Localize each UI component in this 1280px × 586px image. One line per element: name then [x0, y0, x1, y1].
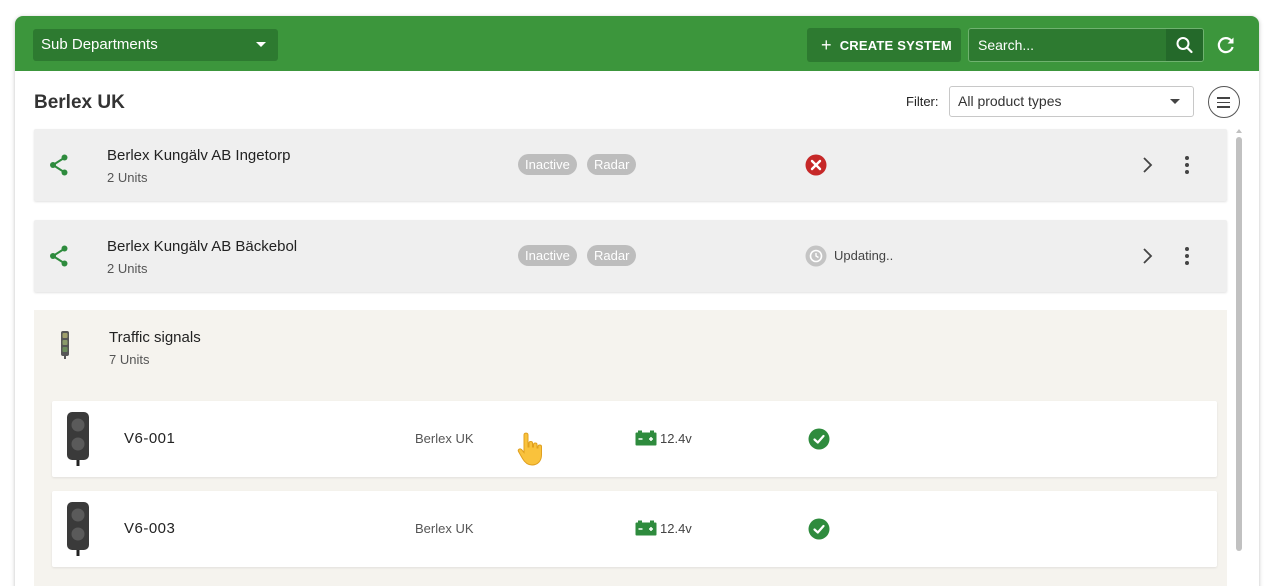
- caret-down-icon: [1170, 99, 1180, 104]
- unit-organisation: Berlex UK: [415, 521, 474, 536]
- type-badge: Radar: [587, 154, 637, 175]
- filter-selected-value: All product types: [958, 93, 1062, 109]
- unit-row[interactable]: V6-001 Berlex UK 12.4v: [52, 401, 1217, 477]
- search-icon: [1176, 37, 1193, 54]
- system-row[interactable]: Berlex Kungälv AB Bäckebol 2 Units Inact…: [34, 220, 1227, 292]
- pointer-hand-cursor-icon: [517, 432, 542, 466]
- group-traffic-signals: Traffic signals 7 Units V6-001 Berlex UK: [34, 310, 1227, 586]
- scrollbar-thumb[interactable]: [1236, 137, 1242, 551]
- battery-icon: [635, 520, 657, 536]
- system-row[interactable]: Berlex Kungälv AB Ingetorp 2 Units Inact…: [34, 129, 1227, 201]
- search-button[interactable]: [1166, 29, 1203, 61]
- create-system-label: CREATE SYSTEM: [839, 38, 952, 53]
- unit-name: V6-001: [124, 430, 176, 447]
- refresh-icon: [1217, 37, 1234, 54]
- group-unit-count: 7 Units: [109, 352, 150, 367]
- caret-down-icon: [256, 42, 266, 47]
- search-input[interactable]: [969, 29, 1166, 61]
- sub-departments-dropdown[interactable]: Sub Departments: [33, 29, 278, 61]
- system-unit-count: 2 Units: [107, 170, 148, 185]
- sub-departments-label: Sub Departments: [41, 36, 158, 53]
- product-type-filter-select[interactable]: All product types: [949, 86, 1194, 117]
- type-badge: Radar: [587, 245, 637, 266]
- system-unit-count: 2 Units: [107, 261, 148, 276]
- share-network-icon: [50, 245, 68, 267]
- check-circle-icon: [808, 428, 830, 450]
- search-box: [968, 28, 1204, 62]
- page-title: Berlex UK: [34, 92, 125, 113]
- filter-label: Filter:: [906, 94, 939, 109]
- systems-list: Berlex Kungälv AB Ingetorp 2 Units Inact…: [34, 129, 1227, 586]
- share-network-icon: [50, 154, 68, 176]
- top-toolbar: Sub Departments + CREATE SYSTEM: [15, 16, 1259, 71]
- unit-row[interactable]: V6-003 Berlex UK 12.4v: [52, 491, 1217, 567]
- group-name: Traffic signals: [109, 329, 201, 346]
- unit-name: V6-003: [124, 520, 176, 537]
- chevron-right-icon[interactable]: [1138, 244, 1156, 268]
- app-window: Sub Departments + CREATE SYSTEM Berlex UK…: [15, 16, 1259, 586]
- clock-icon: [805, 245, 827, 267]
- error-circle-icon: [805, 154, 827, 176]
- battery-voltage: 12.4v: [660, 521, 692, 536]
- refresh-button[interactable]: [1214, 33, 1238, 57]
- create-system-button[interactable]: + CREATE SYSTEM: [807, 28, 961, 62]
- status-text: Updating..: [834, 248, 894, 263]
- status-badge: Inactive: [518, 154, 577, 175]
- traffic-light-icon: [67, 412, 89, 466]
- traffic-light-icon: [67, 502, 89, 556]
- more-options-button[interactable]: [1180, 153, 1194, 177]
- list-scrollbar[interactable]: [1233, 129, 1245, 586]
- plus-icon: +: [821, 35, 832, 55]
- list-menu-button[interactable]: [1208, 86, 1240, 118]
- battery-voltage: 12.4v: [660, 431, 692, 446]
- unit-organisation: Berlex UK: [415, 431, 474, 446]
- check-circle-icon: [808, 518, 830, 540]
- status-badge: Inactive: [518, 245, 577, 266]
- system-name: Berlex Kungälv AB Ingetorp: [107, 147, 291, 164]
- battery-icon: [635, 430, 657, 446]
- traffic-signal-icon: [61, 331, 69, 359]
- more-options-button[interactable]: [1180, 244, 1194, 268]
- system-name: Berlex Kungälv AB Bäckebol: [107, 238, 298, 255]
- chevron-right-icon[interactable]: [1138, 153, 1156, 177]
- scroll-up-arrow-icon: [1236, 129, 1242, 133]
